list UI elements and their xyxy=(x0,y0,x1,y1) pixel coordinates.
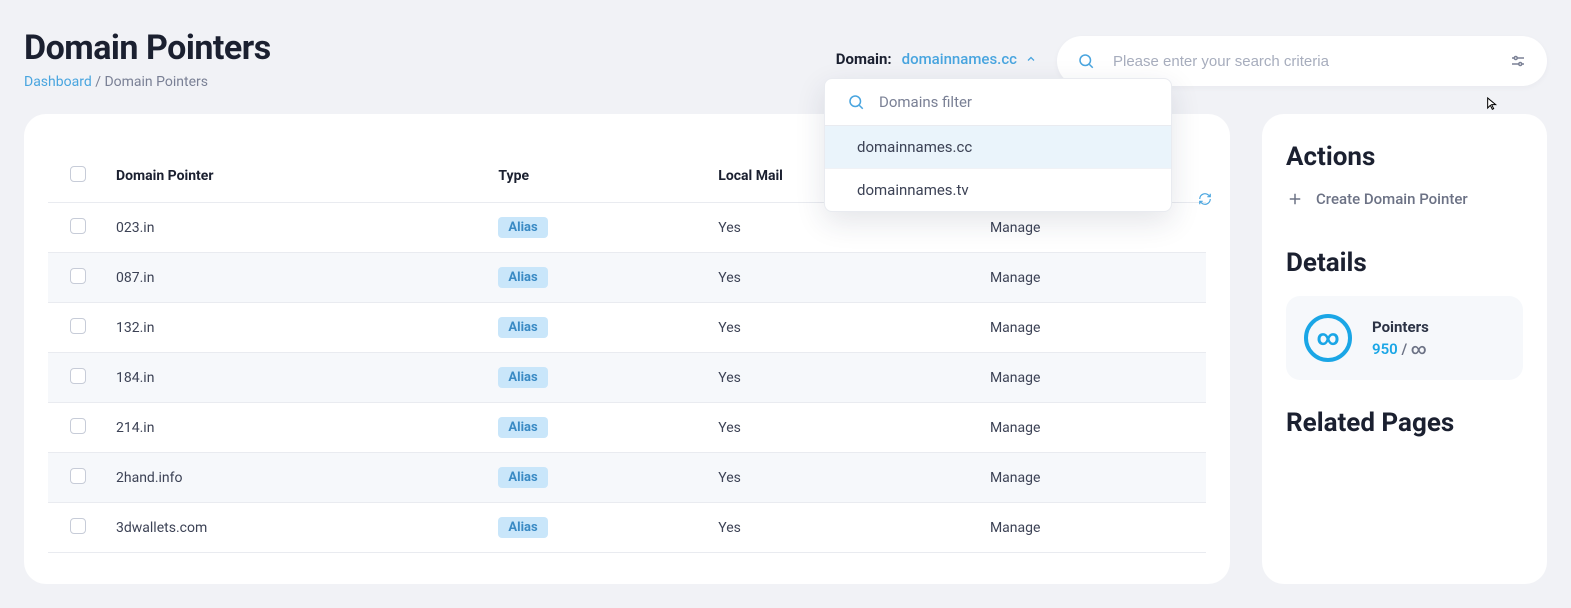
manage-link[interactable]: Manage xyxy=(990,420,1040,436)
page-title: Domain Pointers xyxy=(24,28,836,68)
create-domain-pointer-label: Create Domain Pointer xyxy=(1316,190,1468,208)
domain-filter-placeholder: Domains filter xyxy=(879,93,972,111)
domain-selector[interactable]: Domain: domainnames.cc xyxy=(836,50,1037,68)
type-badge: Alias xyxy=(498,467,547,488)
details-heading: Details xyxy=(1286,248,1523,278)
row-checkbox[interactable] xyxy=(70,218,86,234)
domain-dropdown: Domains filter domainnames.ccdomainnames… xyxy=(824,78,1172,212)
actions-heading: Actions xyxy=(1286,142,1523,172)
cell-local-mail: Yes xyxy=(710,253,982,303)
manage-link[interactable]: Manage xyxy=(990,320,1040,336)
table-row[interactable]: 214.in Alias Yes Manage xyxy=(48,403,1206,453)
type-badge: Alias xyxy=(498,267,547,288)
breadcrumb-sep: / xyxy=(92,74,105,90)
cell-pointer: 023.in xyxy=(108,203,490,253)
pointers-usage-card: ∞ Pointers 950 / ∞ xyxy=(1286,296,1523,380)
pointers-value: 950 / ∞ xyxy=(1372,340,1429,358)
plus-icon xyxy=(1286,190,1304,208)
mouse-cursor-icon xyxy=(1485,96,1501,112)
type-badge: Alias xyxy=(498,317,547,338)
pointers-table: Domain Pointer Type Local Mail DNS 023.i… xyxy=(48,154,1206,553)
sliders-icon[interactable] xyxy=(1509,52,1527,70)
cell-pointer: 184.in xyxy=(108,353,490,403)
cell-pointer: 214.in xyxy=(108,403,490,453)
cell-local-mail: Yes xyxy=(710,453,982,503)
create-domain-pointer-link[interactable]: Create Domain Pointer xyxy=(1286,190,1523,208)
cell-local-mail: Yes xyxy=(710,303,982,353)
row-checkbox[interactable] xyxy=(70,318,86,334)
search-icon xyxy=(847,93,865,111)
cell-pointer: 132.in xyxy=(108,303,490,353)
select-all-checkbox[interactable] xyxy=(70,166,86,182)
manage-link[interactable]: Manage xyxy=(990,370,1040,386)
row-checkbox[interactable] xyxy=(70,418,86,434)
cell-local-mail: Yes xyxy=(710,353,982,403)
table-row[interactable]: 132.in Alias Yes Manage xyxy=(48,303,1206,353)
row-checkbox[interactable] xyxy=(70,268,86,284)
search-input[interactable] xyxy=(1113,53,1509,70)
table-row[interactable]: 3dwallets.com Alias Yes Manage xyxy=(48,503,1206,553)
type-badge: Alias xyxy=(498,517,547,538)
domain-label: Domain: xyxy=(836,50,892,68)
domain-option[interactable]: domainnames.cc xyxy=(825,126,1171,169)
domain-filter-row[interactable]: Domains filter xyxy=(825,79,1171,126)
type-badge: Alias xyxy=(498,367,547,388)
table-row[interactable]: 087.in Alias Yes Manage xyxy=(48,253,1206,303)
row-checkbox[interactable] xyxy=(70,518,86,534)
cell-pointer: 2hand.info xyxy=(108,453,490,503)
table-row[interactable]: 2hand.info Alias Yes Manage xyxy=(48,453,1206,503)
cell-pointer: 3dwallets.com xyxy=(108,503,490,553)
manage-link[interactable]: Manage xyxy=(990,270,1040,286)
refresh-icon[interactable] xyxy=(1198,192,1212,206)
manage-link[interactable]: Manage xyxy=(990,520,1040,536)
col-type: Type xyxy=(490,154,710,203)
type-badge: Alias xyxy=(498,217,547,238)
infinity-icon: ∞ xyxy=(1304,314,1352,362)
manage-link[interactable]: Manage xyxy=(990,470,1040,486)
row-checkbox[interactable] xyxy=(70,368,86,384)
domain-value[interactable]: domainnames.cc xyxy=(902,50,1017,68)
cell-local-mail: Yes xyxy=(710,403,982,453)
cell-local-mail: Yes xyxy=(710,503,982,553)
breadcrumb: Dashboard / Domain Pointers xyxy=(24,74,836,90)
table-row[interactable]: 184.in Alias Yes Manage xyxy=(48,353,1206,403)
cell-pointer: 087.in xyxy=(108,253,490,303)
search-icon xyxy=(1077,52,1095,70)
domain-option[interactable]: domainnames.tv xyxy=(825,169,1171,211)
breadcrumb-dashboard-link[interactable]: Dashboard xyxy=(24,74,92,90)
pointers-label: Pointers xyxy=(1372,318,1429,336)
side-card: Actions Create Domain Pointer Details ∞ … xyxy=(1262,114,1547,584)
manage-link[interactable]: Manage xyxy=(990,220,1040,236)
chevron-up-icon xyxy=(1025,53,1037,65)
row-checkbox[interactable] xyxy=(70,468,86,484)
type-badge: Alias xyxy=(498,417,547,438)
related-pages-heading: Related Pages xyxy=(1286,408,1523,438)
col-pointer: Domain Pointer xyxy=(108,154,490,203)
breadcrumb-current: Domain Pointers xyxy=(104,74,208,90)
